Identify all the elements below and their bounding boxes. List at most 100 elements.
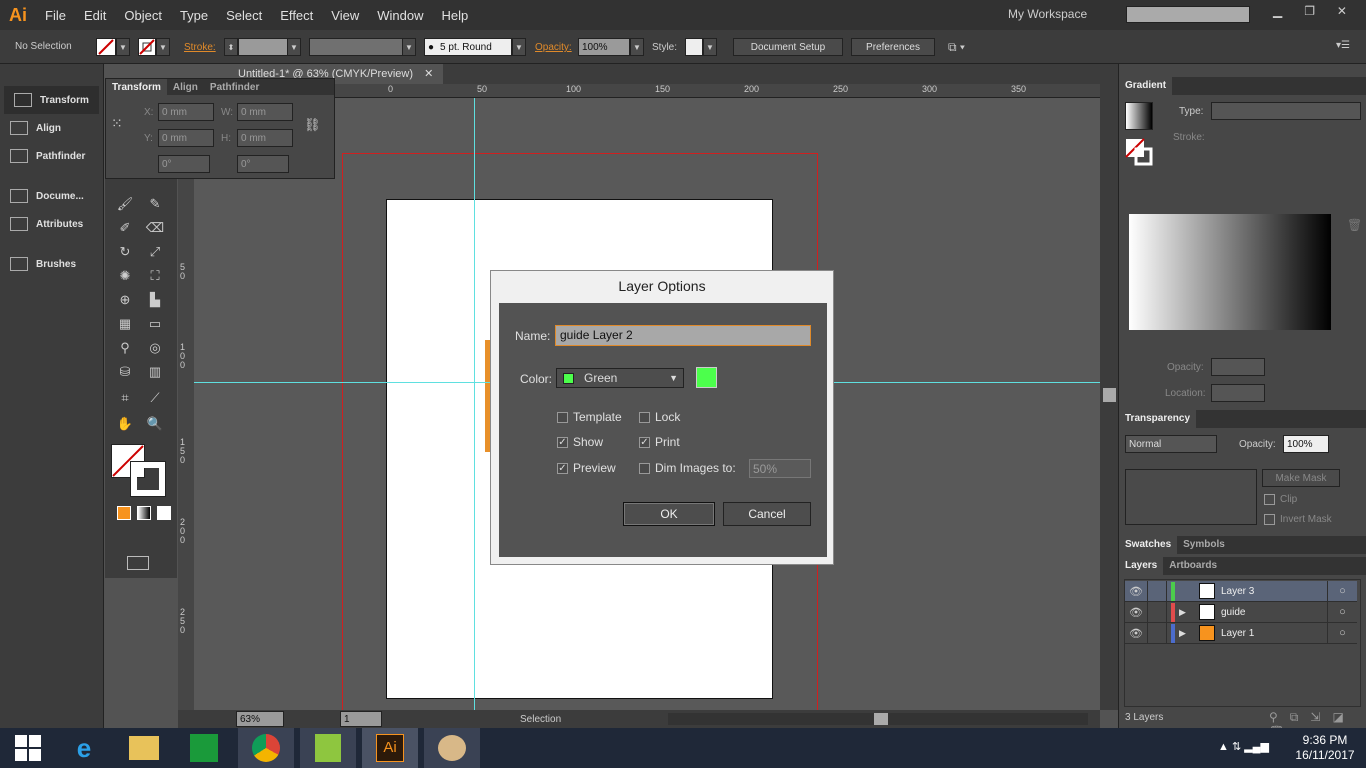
start-button[interactable] [0,728,56,768]
layer-name[interactable]: Layer 3 [1221,586,1327,597]
preferences-button[interactable]: Preferences [851,38,935,56]
search-input[interactable] [1126,6,1250,23]
rotate-tool[interactable]: ↻ [115,244,135,262]
visibility-eye-icon[interactable]: 👁 [1125,585,1147,598]
clipping-mask-icon[interactable]: ⧉ [1290,710,1311,724]
layer-row[interactable]: 👁 ▶ Layer 1 ○ [1125,622,1357,644]
status-text[interactable]: Selection [520,714,561,725]
free-transform-tool[interactable]: ⛶ [145,268,165,286]
reference-point-icon[interactable]: ⁙ [111,115,129,133]
location-input[interactable] [1211,384,1265,402]
profile-dropdown[interactable]: ▼ [402,38,416,56]
tab-swatches[interactable]: Swatches [1119,536,1178,554]
print-checkbox[interactable]: ✓ [639,437,650,448]
show-checkbox[interactable]: ✓ [557,437,568,448]
name-input[interactable]: guide Layer 2 [555,325,811,346]
fill-stroke-icon[interactable] [1125,138,1153,166]
restore-icon[interactable]: ❐ [1304,4,1315,20]
brush-dropdown[interactable]: ▼ [512,38,526,56]
stroke-color[interactable] [130,461,166,497]
gradient-type-select[interactable] [1211,102,1361,120]
opacity-input[interactable]: 100% [578,38,630,56]
tab-gradient[interactable]: Gradient [1119,77,1173,95]
gradient-thumbnail[interactable] [1125,102,1153,130]
vertical-guide[interactable] [474,98,475,710]
tab-artboards[interactable]: Artboards [1163,557,1223,575]
symbol-sprayer-tool[interactable]: ⛁ [115,364,135,382]
brush-definition[interactable]: ● 5 pt. Round [424,38,512,56]
pencil-tool[interactable]: ✎ [145,196,165,214]
blend-tool[interactable]: ◎ [145,340,165,358]
new-layer-icon[interactable]: ◪ [1332,710,1355,724]
fill-dropdown[interactable]: ▼ [116,38,130,56]
chrome-icon[interactable] [238,728,294,768]
screen-mode-button[interactable] [127,556,149,570]
tab-align[interactable]: Align [167,79,204,97]
gradient-tool[interactable]: ▭ [145,316,165,334]
style-swatch[interactable] [685,38,703,56]
dock-transform[interactable]: Transform [4,86,99,114]
scroll-thumb[interactable] [1103,388,1116,402]
dim-images-checkbox[interactable] [639,463,650,474]
perspective-tool[interactable]: ▙ [145,292,165,310]
menu-select[interactable]: Select [217,8,271,23]
w-input[interactable]: 0 mm [237,103,293,121]
shear-input[interactable]: 0° [237,155,289,173]
lock-checkbox[interactable] [639,412,650,423]
stroke-weight-dropdown[interactable]: ▼ [287,38,301,56]
tab-pathfinder[interactable]: Pathfinder [204,79,265,97]
expand-arrow-icon[interactable]: ▶ [1179,607,1193,618]
new-sublayer-icon[interactable]: ⇲ [1310,710,1332,724]
template-checkbox[interactable] [557,412,568,423]
paintbrush-tool[interactable]: 🖌 [115,196,135,214]
arrange-documents-icon[interactable]: ⧉ ▾ [948,40,965,55]
menu-edit[interactable]: Edit [75,8,115,23]
layer-row[interactable]: 👁 ▶ guide ○ [1125,601,1357,623]
tab-transparency[interactable]: Transparency [1119,410,1197,428]
hand-tool[interactable]: ✋ [115,416,135,434]
x-input[interactable]: 0 mm [158,103,214,121]
menu-type[interactable]: Type [171,8,217,23]
store-icon[interactable] [176,728,232,768]
locate-object-icon[interactable]: ⚲ [1269,710,1290,724]
rotate-input[interactable]: 0° [158,155,210,173]
opacity-label[interactable]: Opacity: [535,42,572,53]
menu-help[interactable]: Help [432,8,477,23]
artboard-tool[interactable]: ⌗ [115,390,135,408]
target-circle-icon[interactable]: ○ [1327,601,1357,623]
workspace-switcher[interactable]: My Workspace [1008,7,1087,21]
delete-stop-icon[interactable]: 🗑 [1347,218,1362,232]
stroke-weight-stepper[interactable]: ⬍ [224,38,238,56]
color-swatch-button[interactable] [696,367,717,388]
opacity-dropdown[interactable]: ▼ [630,38,644,56]
zoom-tool[interactable]: 🔍 [145,416,165,434]
style-dropdown[interactable]: ▼ [703,38,717,56]
stroke-dropdown[interactable]: ▼ [156,38,170,56]
layer-row[interactable]: 👁 Layer 3 ○ [1125,580,1357,602]
paint-icon[interactable] [424,728,480,768]
mesh-tool[interactable]: ▦ [115,316,135,334]
menu-file[interactable]: File [36,8,75,23]
scale-tool[interactable]: ⤢ [145,244,165,262]
expand-arrow-icon[interactable]: ▶ [1179,628,1193,639]
visibility-eye-icon[interactable]: 👁 [1125,627,1147,640]
scroll-thumb[interactable] [874,713,888,725]
file-explorer-icon[interactable] [116,728,172,768]
menu-object[interactable]: Object [115,8,171,23]
transparency-opacity-input[interactable]: 100% [1283,435,1329,453]
blob-brush-tool[interactable]: ✐ [115,220,135,238]
dock-pathfinder[interactable]: Pathfinder [0,142,103,170]
eraser-tool[interactable]: ⌫ [145,220,165,238]
gradient-preview[interactable] [1129,214,1331,330]
layer-name[interactable]: Layer 1 [1221,628,1327,639]
dock-document-info[interactable]: Docume... [0,182,103,210]
artboard-number-input[interactable]: 1 [340,711,382,727]
menu-window[interactable]: Window [368,8,432,23]
close-tab-icon[interactable]: ✕ [424,68,433,80]
layer-name[interactable]: guide [1221,607,1327,618]
color-select[interactable]: Green ▼ [556,368,684,388]
target-circle-icon[interactable]: ○ [1327,622,1357,644]
fill-swatch[interactable] [96,38,116,56]
notes-app-icon[interactable] [300,728,356,768]
clip-checkbox[interactable]: Clip [1280,494,1297,505]
